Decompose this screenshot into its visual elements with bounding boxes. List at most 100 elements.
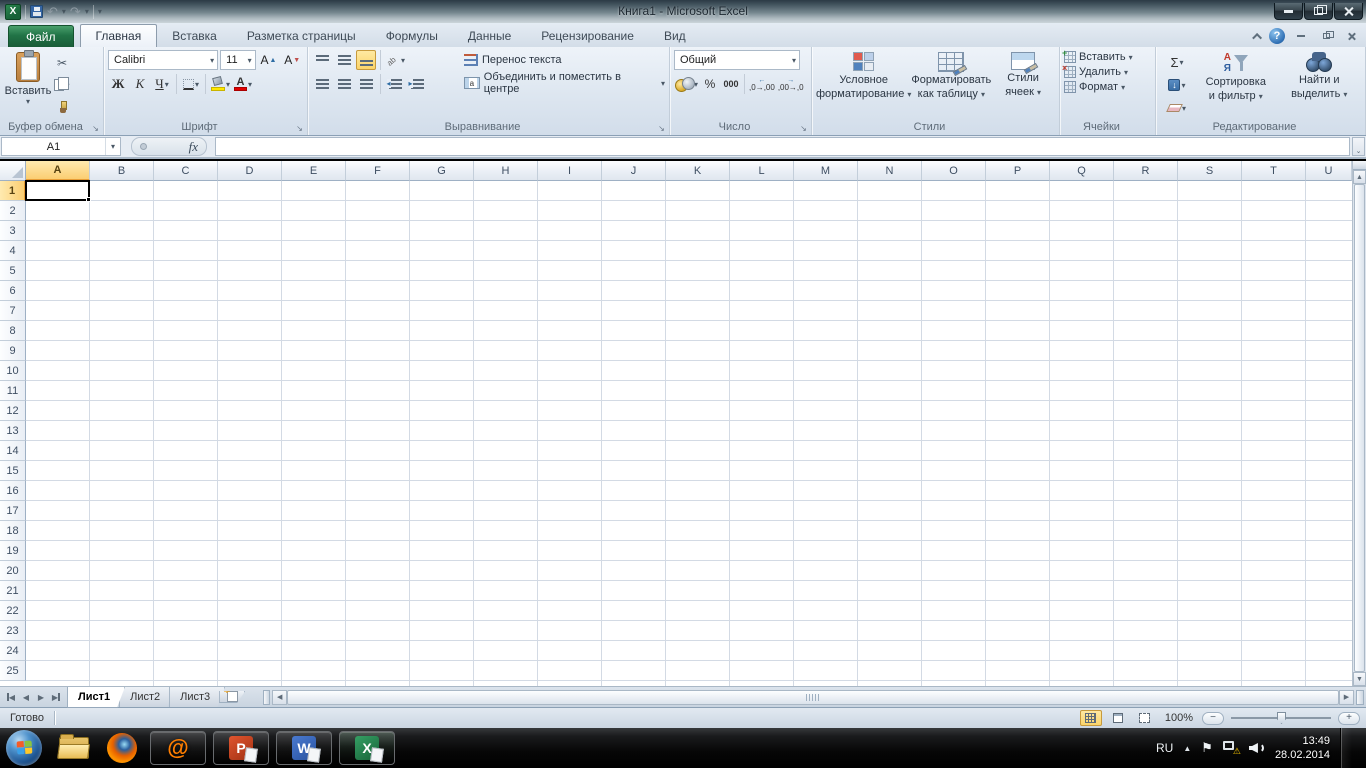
undo-icon[interactable]: ↶ <box>47 5 58 18</box>
column-header-U[interactable]: U <box>1306 161 1352 181</box>
word-taskbar-button[interactable]: W <box>276 731 332 765</box>
row-header-17[interactable]: 17 <box>0 501 26 521</box>
row-header-7[interactable]: 7 <box>0 301 26 321</box>
sheet-tab-Лист1[interactable]: Лист1 <box>67 687 125 708</box>
row-header-3[interactable]: 3 <box>0 221 26 241</box>
name-box[interactable]: A1 ▾ <box>1 137 121 156</box>
help-icon[interactable]: ? <box>1269 28 1285 44</box>
row-header-15[interactable]: 15 <box>0 461 26 481</box>
explorer-taskbar-button[interactable] <box>54 730 94 766</box>
insert-function-button[interactable]: fx <box>131 137 207 156</box>
hidden-icons-button[interactable]: ▲ <box>1183 744 1191 753</box>
font-dialog-launcher[interactable]: ↘ <box>294 122 305 133</box>
decrease-indent-button[interactable] <box>385 74 405 94</box>
column-header-I[interactable]: I <box>538 161 602 181</box>
zoom-in-button[interactable]: + <box>1338 711 1360 725</box>
row-header-19[interactable]: 19 <box>0 541 26 561</box>
row-header-1[interactable]: 1 <box>0 181 26 201</box>
zoom-slider-thumb[interactable] <box>1277 712 1286 724</box>
column-header-M[interactable]: M <box>794 161 858 181</box>
cell-styles-button[interactable]: Стили ячеек ▾ <box>991 50 1055 119</box>
sheet-tab-Лист2[interactable]: Лист2 <box>119 687 175 708</box>
fill-handle[interactable] <box>86 197 91 202</box>
decrease-font-button[interactable]: A ▼ <box>281 50 303 70</box>
column-header-H[interactable]: H <box>474 161 538 181</box>
row-header-4[interactable]: 4 <box>0 241 26 261</box>
column-header-T[interactable]: T <box>1242 161 1306 181</box>
borders-button[interactable]: ▾ <box>181 74 201 94</box>
scroll-up-button[interactable]: ▲ <box>1353 170 1366 184</box>
row-header-22[interactable]: 22 <box>0 601 26 621</box>
scroll-right-button[interactable]: ▶ <box>1339 689 1354 705</box>
powerpoint-taskbar-button[interactable]: P <box>213 731 269 765</box>
column-header-F[interactable]: F <box>346 161 410 181</box>
align-bottom-button[interactable] <box>356 50 376 70</box>
row-header-9[interactable]: 9 <box>0 341 26 361</box>
tab-Данные[interactable]: Данные <box>453 25 526 47</box>
customize-qat-icon[interactable]: ▾ <box>98 7 102 16</box>
tab-Рецензирование[interactable]: Рецензирование <box>526 25 649 47</box>
format-as-table-button[interactable]: Форматировать как таблицу ▾ <box>911 50 991 119</box>
row-header-11[interactable]: 11 <box>0 381 26 401</box>
row-header-25[interactable]: 25 <box>0 661 26 681</box>
column-header-J[interactable]: J <box>602 161 666 181</box>
increase-font-button[interactable]: A ▲ <box>258 50 280 70</box>
clipboard-dialog-launcher[interactable]: ↘ <box>90 122 101 133</box>
horizontal-split-handle[interactable] <box>1356 689 1364 705</box>
vertical-scroll-thumb[interactable] <box>1354 184 1365 672</box>
zoom-out-button[interactable]: − <box>1202 711 1224 725</box>
row-header-18[interactable]: 18 <box>0 521 26 541</box>
increase-indent-button[interactable] <box>407 74 427 94</box>
scroll-down-button[interactable]: ▼ <box>1353 672 1366 686</box>
column-header-E[interactable]: E <box>282 161 346 181</box>
scroll-left-button[interactable]: ◀ <box>272 689 288 705</box>
italic-button[interactable]: К <box>130 74 150 94</box>
row-header-16[interactable]: 16 <box>0 481 26 501</box>
row-header-5[interactable]: 5 <box>0 261 26 281</box>
insert-sheet-button[interactable] <box>219 691 245 703</box>
vertical-split-handle[interactable] <box>1353 161 1366 170</box>
increase-decimal-button[interactable]: ← ,0→,00 <box>748 74 776 94</box>
column-header-D[interactable]: D <box>218 161 282 181</box>
column-header-P[interactable]: P <box>986 161 1050 181</box>
fill-color-button[interactable]: ▾ <box>210 74 231 94</box>
column-header-A[interactable]: A <box>26 161 90 181</box>
sort-filter-button[interactable]: АЯ Сортировка и фильтр ▾ <box>1194 50 1278 119</box>
excel-app-icon[interactable]: X <box>5 3 21 20</box>
insert-cells-button[interactable]: + Вставить ▾ <box>1062 48 1151 63</box>
thousands-button[interactable]: 000 <box>721 74 741 94</box>
column-header-O[interactable]: O <box>922 161 986 181</box>
autosum-button[interactable]: Σ ▾ <box>1160 52 1194 72</box>
first-sheet-button[interactable]: ◀ <box>4 690 18 705</box>
paste-button[interactable]: Вставить ▾ <box>4 50 52 119</box>
number-format-combo[interactable]: Общий ▾ <box>674 50 800 70</box>
column-header-L[interactable]: L <box>730 161 794 181</box>
save-icon[interactable] <box>30 5 43 18</box>
zoom-level[interactable]: 100% <box>1165 712 1193 724</box>
orientation-button[interactable]: ▾ <box>385 50 406 70</box>
column-header-K[interactable]: K <box>666 161 730 181</box>
align-center-button[interactable] <box>334 74 354 94</box>
tab-Вставка[interactable]: Вставка <box>157 25 232 47</box>
row-header-2[interactable]: 2 <box>0 201 26 221</box>
workbook-minimize-button[interactable] <box>1292 29 1310 43</box>
row-header-8[interactable]: 8 <box>0 321 26 341</box>
horizontal-scrollbar[interactable]: ◀ ▶ <box>263 687 1366 708</box>
copy-button[interactable]: ▾ <box>52 75 72 95</box>
last-sheet-button[interactable]: ▶ <box>49 690 63 705</box>
tab-file[interactable]: Файл <box>8 25 74 47</box>
conditional-formatting-button[interactable]: Условное форматирование ▾ <box>816 50 911 119</box>
minimize-button[interactable] <box>1274 3 1303 20</box>
row-header-23[interactable]: 23 <box>0 621 26 641</box>
cells-area[interactable] <box>25 180 1352 686</box>
row-header-21[interactable]: 21 <box>0 581 26 601</box>
find-select-button[interactable]: Найти и выделить ▾ <box>1278 50 1362 119</box>
restore-button[interactable] <box>1304 3 1333 20</box>
row-header-24[interactable]: 24 <box>0 641 26 661</box>
volume-icon[interactable] <box>1248 741 1265 755</box>
firefox-taskbar-button[interactable] <box>102 730 142 766</box>
row-header-10[interactable]: 10 <box>0 361 26 381</box>
vertical-scrollbar[interactable]: ▲ ▼ <box>1352 161 1366 686</box>
page-layout-view-button[interactable] <box>1107 710 1129 726</box>
workbook-restore-button[interactable] <box>1317 29 1335 43</box>
